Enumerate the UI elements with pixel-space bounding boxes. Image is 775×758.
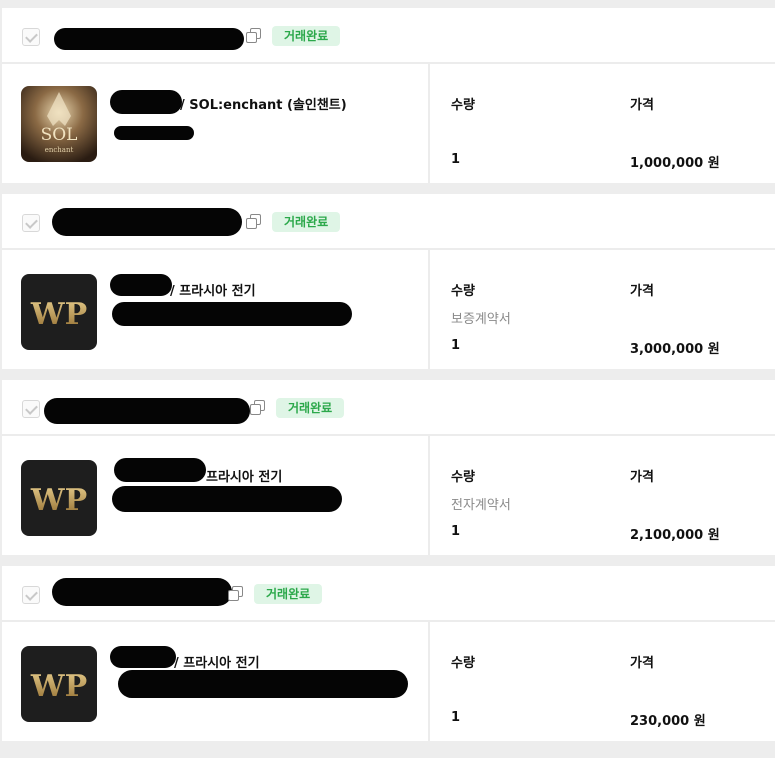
quantity-label: 수량 <box>451 98 475 113</box>
redacted-order-id <box>52 578 232 606</box>
prasia-logo: WP <box>21 274 97 350</box>
quantity-value: 1 <box>451 152 461 167</box>
game-thumbnail[interactable]: SOL enchant <box>21 86 97 162</box>
quantity-label: 수량 <box>451 284 475 299</box>
redacted-seller <box>110 274 172 296</box>
column-divider <box>428 64 430 183</box>
price-value: 2,100,000 원 <box>630 528 720 543</box>
logo-text: WP <box>30 483 87 518</box>
redacted-detail <box>114 126 194 140</box>
order-checkbox[interactable] <box>22 28 40 46</box>
redacted-order-id <box>52 208 242 236</box>
price-label: 가격 <box>630 284 654 299</box>
product-title[interactable]: / 프라시아 전기 <box>174 652 260 671</box>
redacted-detail <box>112 302 352 326</box>
redacted-seller <box>114 458 206 482</box>
sol-enchant-logo: SOL enchant <box>21 86 97 162</box>
game-thumbnail[interactable]: WP <box>21 460 97 536</box>
contract-type: 보증계약서 <box>451 312 511 327</box>
order-checkbox[interactable] <box>22 400 40 418</box>
redacted-order-id <box>54 28 244 50</box>
price-value: 1,000,000 원 <box>630 156 720 171</box>
order-header: 거래완료 <box>2 8 775 64</box>
order-body: SOL enchant / SOL:enchant (솔인챈트) 수량 가격 1… <box>2 64 775 183</box>
status-badge: 거래완료 <box>272 212 341 232</box>
game-thumbnail[interactable]: WP <box>21 274 97 350</box>
status-badge: 거래완료 <box>272 26 341 46</box>
quantity-value: 1 <box>451 710 461 725</box>
order-card: 거래완료 WP / 프라시아 전기 수량 가격 1 230,000 원 <box>2 566 775 741</box>
order-card: 거래완료 WP / 프라시아 전기 수량 가격 보증계약서 1 3,000,00… <box>2 194 775 369</box>
game-thumbnail[interactable]: WP <box>21 646 97 722</box>
status-badge: 거래완료 <box>254 584 323 604</box>
order-header: 거래완료 <box>2 566 775 622</box>
column-divider <box>428 622 430 741</box>
status-badge: 거래완료 <box>276 398 345 418</box>
quantity-value: 1 <box>451 338 461 353</box>
redacted-seller <box>110 646 176 668</box>
copy-icon[interactable] <box>246 28 261 43</box>
price-value: 3,000,000 원 <box>630 342 720 357</box>
quantity-value: 1 <box>451 524 461 539</box>
redacted-detail <box>112 486 342 512</box>
product-title[interactable]: / SOL:enchant (솔인챈트) <box>180 94 347 113</box>
contract-type: 전자계약서 <box>451 498 511 513</box>
order-card: 거래완료 WP 프라시아 전기 수량 가격 전자계약서 1 2,100,000 … <box>2 380 775 555</box>
copy-icon[interactable] <box>246 214 261 229</box>
order-header: 거래완료 <box>2 380 775 436</box>
order-card: 거래완료 SOL enchant / SOL:enchant (솔인챈트) 수량… <box>2 8 775 183</box>
copy-icon[interactable] <box>250 400 265 415</box>
copy-icon[interactable] <box>228 586 243 601</box>
redacted-order-id <box>44 398 250 424</box>
column-divider <box>428 436 430 555</box>
logo-text: SOL <box>41 125 78 145</box>
logo-text: WP <box>30 297 87 332</box>
order-body: WP 프라시아 전기 수량 가격 전자계약서 1 2,100,000 원 <box>2 436 775 555</box>
price-label: 가격 <box>630 98 654 113</box>
price-label: 가격 <box>630 470 654 485</box>
order-checkbox[interactable] <box>22 586 40 604</box>
logo-text: WP <box>30 669 87 704</box>
order-body: WP / 프라시아 전기 수량 가격 1 230,000 원 <box>2 622 775 741</box>
product-title[interactable]: / 프라시아 전기 <box>170 280 256 299</box>
quantity-label: 수량 <box>451 470 475 485</box>
price-label: 가격 <box>630 656 654 671</box>
product-title[interactable]: 프라시아 전기 <box>206 466 282 485</box>
prasia-logo: WP <box>21 646 97 722</box>
order-body: WP / 프라시아 전기 수량 가격 보증계약서 1 3,000,000 원 <box>2 250 775 369</box>
column-divider <box>428 250 430 369</box>
redacted-detail <box>118 670 408 698</box>
order-checkbox[interactable] <box>22 214 40 232</box>
quantity-label: 수량 <box>451 656 475 671</box>
redacted-seller <box>110 90 182 114</box>
order-header: 거래완료 <box>2 194 775 250</box>
logo-subtext: enchant <box>45 146 74 154</box>
price-value: 230,000 원 <box>630 714 706 729</box>
prasia-logo: WP <box>21 460 97 536</box>
